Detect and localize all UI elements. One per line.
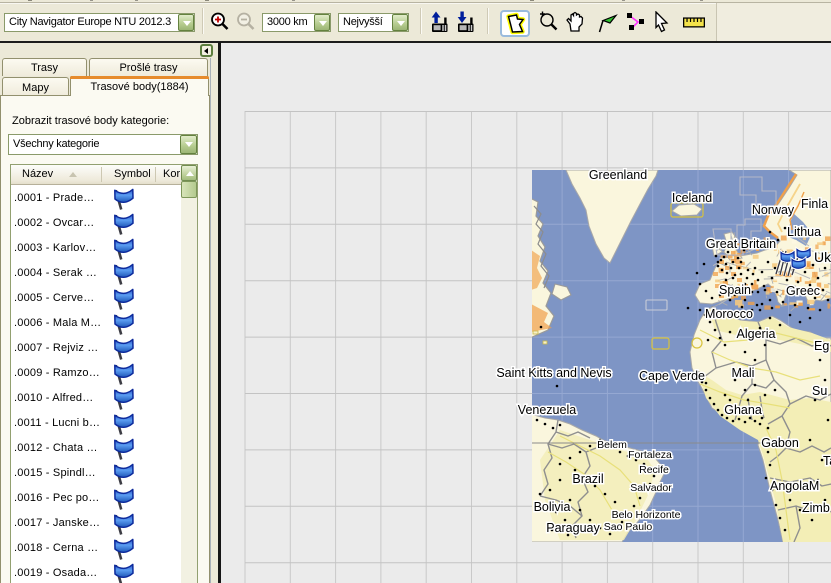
svg-text:Fortaleza: Fortaleza: [628, 449, 672, 461]
svg-text:Salvador: Salvador: [630, 482, 672, 494]
svg-text:Greenland: Greenland: [589, 168, 647, 182]
svg-text:Bolivia: Bolivia: [534, 500, 571, 514]
svg-text:Belo Horizonte: Belo Horizonte: [612, 509, 681, 521]
svg-text:Finla: Finla: [801, 197, 828, 211]
svg-text:Iceland: Iceland: [672, 191, 712, 205]
svg-text:Gabon: Gabon: [761, 436, 799, 450]
svg-text:Uk: Uk: [814, 249, 831, 265]
svg-text:Recife: Recife: [639, 464, 669, 476]
svg-text:Algeria: Algeria: [737, 327, 776, 341]
svg-text:Lithua: Lithua: [787, 225, 821, 239]
svg-text:Greec: Greec: [786, 284, 820, 298]
svg-text:Great Britain: Great Britain: [706, 237, 776, 251]
svg-text:Brazil: Brazil: [572, 472, 603, 486]
svg-text:Spain: Spain: [719, 283, 751, 297]
svg-text:Zimb: Zimb: [802, 501, 830, 515]
svg-text:Ta: Ta: [823, 454, 831, 468]
svg-text:Norway: Norway: [752, 203, 795, 217]
svg-text:Venezuela: Venezuela: [518, 403, 576, 417]
svg-text:Mali: Mali: [732, 366, 755, 380]
svg-text:Cape Verde: Cape Verde: [639, 369, 705, 383]
svg-text:Belem: Belem: [597, 439, 627, 451]
svg-text:Morocco: Morocco: [705, 307, 753, 321]
svg-text:Eg: Eg: [814, 339, 829, 353]
svg-text:Su: Su: [812, 384, 827, 398]
svg-text:AngolaM: AngolaM: [770, 479, 819, 493]
svg-text:Ghana: Ghana: [724, 403, 762, 417]
svg-text:Saint Kitts and Nevis: Saint Kitts and Nevis: [496, 366, 611, 380]
svg-text:Sao Paulo: Sao Paulo: [604, 521, 653, 533]
svg-text:Paraguay: Paraguay: [546, 521, 600, 535]
